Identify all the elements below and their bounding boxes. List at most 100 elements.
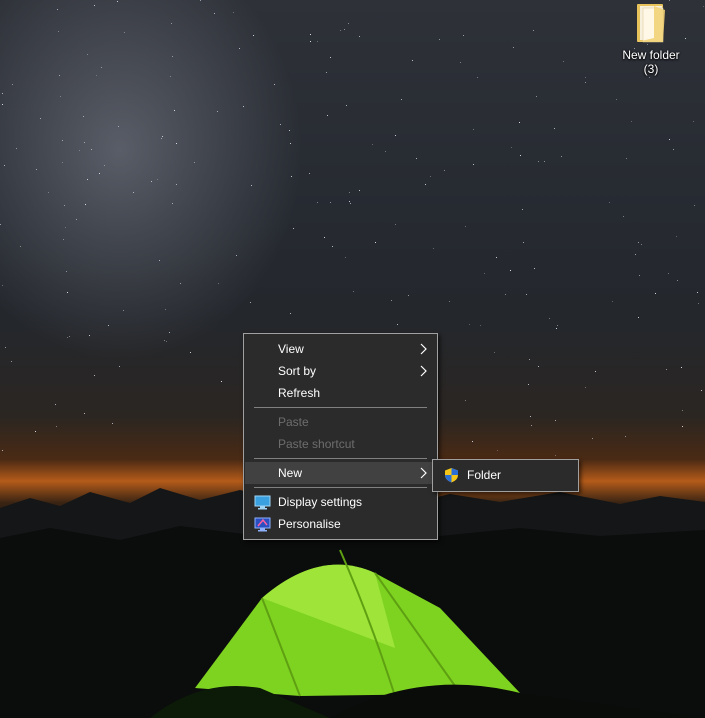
star <box>425 184 426 185</box>
star <box>430 176 431 177</box>
star <box>668 273 669 274</box>
star <box>616 99 617 100</box>
star <box>353 291 354 292</box>
star <box>520 155 521 156</box>
star <box>465 226 466 227</box>
star <box>309 173 310 174</box>
star <box>76 219 77 220</box>
menu-item-sort-by[interactable]: Sort by <box>245 360 436 382</box>
star <box>631 121 632 122</box>
star <box>162 136 163 137</box>
desktop-context-menu: View Sort by Refresh Paste Paste shortcu… <box>243 333 438 540</box>
star <box>55 404 56 405</box>
star <box>638 317 639 318</box>
star <box>395 224 396 225</box>
display-icon <box>254 495 271 510</box>
star <box>682 426 683 427</box>
star <box>703 6 704 7</box>
star <box>112 423 113 424</box>
menu-item-paste-shortcut[interactable]: Paste shortcut <box>245 433 436 455</box>
menu-item-view[interactable]: View <box>245 338 436 360</box>
star <box>681 367 682 368</box>
star <box>35 431 36 432</box>
star <box>58 31 59 32</box>
star <box>171 23 172 24</box>
star <box>133 192 134 193</box>
star <box>96 75 97 76</box>
star <box>585 77 586 78</box>
star <box>345 257 346 258</box>
chevron-right-icon <box>420 343 427 355</box>
menu-item-new[interactable]: New <box>245 462 436 484</box>
star <box>2 93 3 94</box>
star <box>460 62 461 63</box>
star <box>697 292 698 293</box>
star <box>473 164 474 165</box>
star <box>84 413 85 414</box>
star <box>157 179 158 180</box>
shield-icon <box>445 468 458 483</box>
star <box>592 438 593 439</box>
menu-item-refresh[interactable]: Refresh <box>245 382 436 404</box>
star <box>340 30 341 31</box>
star <box>12 84 13 85</box>
star <box>676 236 677 237</box>
star <box>0 224 1 225</box>
star <box>612 301 613 302</box>
star <box>59 75 60 76</box>
star <box>505 294 506 295</box>
submenu-item-folder[interactable]: Folder <box>434 464 577 486</box>
star <box>465 400 466 401</box>
star <box>385 151 386 152</box>
star <box>477 77 478 78</box>
star <box>180 283 181 284</box>
star <box>433 248 434 249</box>
star <box>233 12 234 13</box>
star <box>291 176 292 177</box>
star <box>531 425 532 426</box>
star <box>327 115 328 116</box>
star <box>66 271 67 272</box>
star <box>317 202 318 203</box>
star <box>555 420 556 421</box>
star <box>350 203 351 204</box>
star <box>159 260 160 261</box>
star <box>190 352 191 353</box>
star <box>94 375 95 376</box>
menu-item-label: View <box>278 342 304 356</box>
star <box>118 126 119 127</box>
star <box>484 273 485 274</box>
star <box>694 205 695 206</box>
star <box>391 300 392 301</box>
star <box>11 361 12 362</box>
star <box>172 56 173 57</box>
star <box>85 204 86 205</box>
star <box>554 128 555 129</box>
star <box>359 190 360 191</box>
star <box>289 130 290 131</box>
menu-item-paste[interactable]: Paste <box>245 411 436 433</box>
star <box>655 293 656 294</box>
star <box>497 450 498 451</box>
star <box>123 310 124 311</box>
star <box>523 242 524 243</box>
menu-separator <box>254 458 427 459</box>
star <box>87 179 88 180</box>
star <box>243 106 244 107</box>
menu-separator <box>254 487 427 488</box>
star <box>67 292 68 293</box>
star <box>666 369 667 370</box>
menu-item-display-settings[interactable]: Display settings <box>245 491 436 513</box>
star <box>170 76 171 77</box>
chevron-right-icon <box>420 365 427 377</box>
star <box>200 0 201 1</box>
menu-item-personalise[interactable]: Personalise <box>245 513 436 535</box>
folder-icon <box>637 4 665 43</box>
desktop-icon-new-folder[interactable]: New folder (3) <box>614 0 688 80</box>
star <box>397 324 398 325</box>
star <box>330 57 331 58</box>
star <box>56 426 57 427</box>
star <box>673 149 674 150</box>
star <box>20 246 21 247</box>
star <box>2 104 3 105</box>
